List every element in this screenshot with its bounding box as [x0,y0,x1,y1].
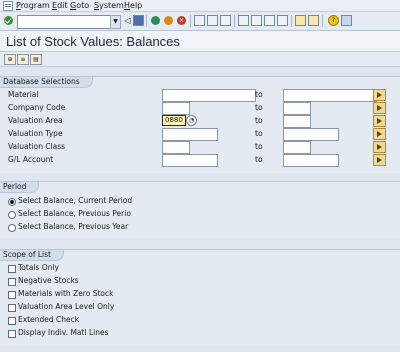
to-label: to [255,142,263,151]
group-title: Period [0,181,40,193]
company-code-label: Company Code [8,103,66,112]
gl-account-label: G/L Account [8,155,54,164]
back-icon[interactable] [150,15,161,26]
negative-stocks-checkbox[interactable] [8,278,16,286]
prev-page-icon[interactable] [251,15,262,26]
valuation-area-from-input[interactable]: 0880 [162,115,186,126]
negative-stocks-label: Negative Stocks [18,276,79,285]
multiple-selection-icon[interactable] [373,154,386,166]
extended-check-label: Extended Check [18,315,80,324]
valuation-class-label: Valuation Class [8,142,66,151]
menu-system[interactable]: System [94,1,124,10]
group-title: Scope of List [0,249,64,261]
command-history-dropdown[interactable]: ▼ [110,15,121,29]
multiple-selection-icon[interactable] [373,141,386,153]
separator [146,15,147,27]
selection-options-icon[interactable]: ▤ [30,54,42,65]
cancel-icon[interactable]: × [176,15,187,26]
layout-icon[interactable] [341,15,352,26]
separator [322,15,323,27]
menu-help-label: elp [130,1,143,10]
last-page-icon[interactable] [277,15,288,26]
menu-help[interactable]: Help [124,1,142,10]
totals-only-checkbox[interactable] [8,265,16,273]
first-page-icon[interactable] [238,15,249,26]
valuation-class-to-input[interactable] [283,141,311,154]
page-title: List of Stock Values: Balances [6,34,180,49]
collapse-icon[interactable]: ◁ [122,15,133,26]
menu-icon[interactable] [3,1,13,11]
gl-account-to-input[interactable] [283,154,339,167]
to-label: to [255,129,263,138]
period-previous-label: Select Balance, Previous Perio [18,209,131,218]
period-current-label: Select Balance, Current Period [18,196,133,205]
find-next-icon[interactable] [220,15,231,26]
to-label: to [255,116,263,125]
print-icon[interactable] [194,15,205,26]
possible-entries-icon[interactable]: ◔ [186,115,197,126]
multiple-selection-icon[interactable] [373,102,386,114]
help-icon[interactable]: ? [328,15,339,26]
database-selections-group: Database Selections Material to Company … [0,76,400,173]
enter-icon[interactable] [3,15,14,26]
multiple-selection-icon[interactable] [373,89,386,101]
to-label: to [255,155,263,164]
period-current-radio[interactable] [8,198,16,206]
valuation-area-level-checkbox[interactable] [8,304,16,312]
title-bar: List of Stock Values: Balances [0,31,400,52]
menu-bar: Program Edit Goto System Help [0,0,400,12]
period-group: Period Select Balance, Current Period Se… [0,181,400,238]
valuation-area-level-label: Valuation Area Level Only [18,302,115,311]
new-session-icon[interactable] [295,15,306,26]
multiple-selection-icon[interactable] [373,115,386,127]
period-previous-radio[interactable] [8,211,16,219]
valuation-area-label: Valuation Area [8,116,63,125]
application-toolbar: ⊕ ≡ ▤ [0,52,400,67]
menu-goto[interactable]: Goto [70,1,89,10]
zero-stock-checkbox[interactable] [8,291,16,299]
variant-icon[interactable]: ≡ [17,54,29,65]
valuation-type-from-input[interactable] [162,128,218,141]
indiv-matl-lines-label: Display Indiv. Matl Lines [18,328,109,337]
company-code-to-input[interactable] [283,102,311,115]
valuation-class-from-input[interactable] [162,141,190,154]
command-field[interactable] [17,15,115,29]
menu-edit[interactable]: Edit [52,1,68,10]
company-code-from-input[interactable] [162,102,190,115]
menu-goto-label: oto [76,1,90,10]
menu-system-label: ystem [99,1,124,10]
separator [234,15,235,27]
extended-check-checkbox[interactable] [8,317,16,325]
scope-of-list-group: Scope of List Totals Only Negative Stock… [0,249,400,346]
group-title: Database Selections [0,76,93,88]
gl-account-from-input[interactable] [162,154,218,167]
menu-edit-label: dit [57,1,68,10]
totals-only-label: Totals Only [18,263,59,272]
exit-icon[interactable] [163,15,174,26]
valuation-type-to-input[interactable] [283,128,339,141]
material-to-input[interactable] [283,89,377,102]
material-from-input[interactable] [162,89,256,102]
zero-stock-label: Materials with Zero Stock [18,289,114,298]
separator [190,15,191,27]
material-label: Material [8,90,39,99]
shortcut-icon[interactable] [308,15,319,26]
valuation-area-to-input[interactable] [283,115,311,128]
period-previous-year-label: Select Balance, Previous Year [18,222,129,231]
menu-program-label: rogram [20,1,50,10]
save-icon[interactable] [133,15,144,26]
menu-program[interactable]: Program [16,1,50,10]
period-previous-year-radio[interactable] [8,224,16,232]
standard-toolbar: ▼ ◁ × ? [0,12,400,31]
next-page-icon[interactable] [264,15,275,26]
find-icon[interactable] [207,15,218,26]
valuation-area-from-value: 0880 [165,116,183,124]
to-label: to [255,90,263,99]
execute-icon[interactable]: ⊕ [4,54,16,65]
valuation-type-label: Valuation Type [8,129,63,138]
separator [291,15,292,27]
indiv-matl-lines-checkbox[interactable] [8,330,16,338]
multiple-selection-icon[interactable] [373,128,386,140]
to-label: to [255,103,263,112]
